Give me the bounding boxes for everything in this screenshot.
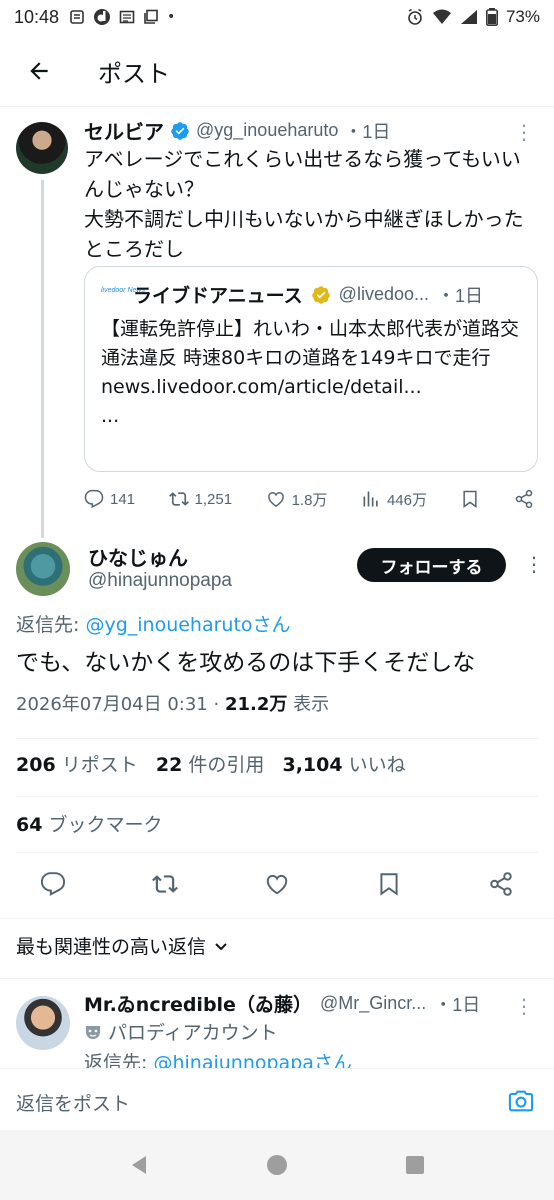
tweet-actions: 141 1,251 1.8万 446万 — [84, 484, 534, 514]
engagement-stats: 206 リポスト 22 件の引用 3,104 いいね — [16, 750, 406, 777]
author-handle: @Mr_Gincr... — [319, 993, 427, 1013]
camera-icon[interactable] — [507, 1087, 535, 1115]
nav-recents-button[interactable] — [400, 1150, 430, 1180]
avatar[interactable] — [16, 122, 68, 174]
follow-button[interactable]: フォローする — [357, 548, 506, 582]
wifi-icon — [432, 9, 452, 25]
page-title: ポスト — [98, 59, 170, 88]
news-icon — [119, 9, 135, 25]
quote-author-handle: @livedoo... — [338, 284, 429, 304]
avatar[interactable] — [16, 996, 70, 1050]
reply-to-link[interactable]: @yg_inoueharutoさん — [85, 614, 290, 636]
alarm-icon — [406, 8, 424, 26]
author-name[interactable]: Mr.ゐncredible（ゐ藤） — [84, 990, 312, 1017]
nav-back-icon — [132, 1156, 146, 1174]
reply-input[interactable]: 返信をポスト — [16, 1089, 130, 1116]
replying-to: 返信先: @yg_inoueharutoさん — [16, 614, 291, 636]
copy-icon — [143, 9, 159, 25]
reply-icon[interactable] — [40, 871, 66, 897]
views-button[interactable]: 446万 — [361, 489, 427, 510]
status-time: 10:48 — [14, 6, 60, 27]
dot-icon: • — [167, 9, 176, 25]
tweet-text: アベレージでこれくらい出せるなら獲ってもいいんじゃない？ 大勢不調だし中川もいな… — [84, 147, 524, 261]
notification-app-icon — [69, 9, 85, 25]
quotes-stat[interactable]: 22 件の引用 — [156, 754, 265, 776]
author-name[interactable]: ひなじゅん — [88, 542, 188, 571]
avatar[interactable] — [16, 542, 70, 596]
header-divider — [0, 106, 554, 107]
author-name[interactable]: セルビア — [84, 116, 164, 145]
parody-mask-icon — [86, 1025, 100, 1039]
likes-stat[interactable]: 3,104 いいね — [282, 754, 405, 776]
divider — [0, 918, 554, 919]
reply-to-link[interactable]: @hinajunnopapaさん — [153, 1052, 351, 1068]
parent-tweet-header: セルビア @yg_inoueharuto ・1日 — [84, 116, 390, 145]
chevron-down-icon — [215, 942, 227, 950]
share-icon[interactable] — [488, 871, 514, 897]
reply-header: Mr.ゐncredible（ゐ藤） @Mr_Gincr... ・1日 — [84, 990, 480, 1017]
back-button[interactable] — [24, 56, 54, 86]
thread-connector — [41, 180, 44, 538]
tweet-age: ・1日 — [434, 994, 481, 1015]
divider — [16, 852, 538, 853]
verified-org-badge-icon — [311, 285, 330, 304]
nav-home-icon — [267, 1155, 287, 1175]
nav-back-button[interactable] — [124, 1150, 154, 1180]
views-chart-icon — [363, 491, 378, 507]
reply-sort-dropdown[interactable]: 最も関連性の高い返信 — [16, 932, 228, 959]
bookmark-button[interactable] — [460, 489, 480, 509]
repost-button[interactable]: 1,251 — [168, 489, 232, 509]
heart-icon — [267, 492, 284, 507]
parody-label: パロディアカウント — [84, 1018, 278, 1045]
tweet-text: でも、ないかくを攻めるのは下手くそだしな — [16, 650, 476, 676]
share-button[interactable] — [514, 489, 534, 509]
battery-percent: 73% — [505, 7, 540, 26]
tweet-timestamp: 2026年07月04日 0:31 · 21.2万 表示 — [16, 694, 330, 715]
nav-recents-icon — [406, 1156, 424, 1174]
heart-icon[interactable] — [264, 871, 290, 897]
status-bar: 10:48 • 73% — [0, 0, 554, 34]
reply-button[interactable]: 141 — [84, 489, 135, 509]
reply-composer: 返信をポスト — [0, 1069, 554, 1129]
reply-icon — [84, 489, 104, 509]
quote-link: news.livedoor.com/article/detail... — [101, 376, 422, 398]
author-handle: @yg_inoueharuto — [196, 120, 339, 140]
quote-author-name: ライブドアニュース — [133, 285, 303, 307]
divider — [16, 796, 538, 797]
author-handle: @hinajunnopapa — [88, 570, 232, 591]
share-icon — [515, 489, 533, 509]
reposts-stat[interactable]: 206 リポスト — [16, 754, 138, 776]
bookmark-icon[interactable] — [376, 871, 402, 897]
livedoor-logo: livedoor News — [101, 286, 145, 294]
quote-text: 【運転免許停止】れいわ・山本太郎代表が道路交通法違反 時速80キロの道路を149… — [101, 315, 531, 431]
like-button[interactable]: 1.8万 — [266, 489, 327, 510]
top-app-bar: ポスト — [0, 40, 554, 102]
more-options-icon[interactable]: ⋮ — [524, 552, 544, 576]
quote-tweet-card[interactable]: livedoor News ライブドアニュース @livedoo... ・1日 … — [84, 266, 538, 472]
tweet-age: ・1日 — [344, 121, 391, 142]
verified-badge-icon — [171, 121, 189, 140]
nav-home-button[interactable] — [262, 1150, 292, 1180]
signal-icon — [460, 9, 478, 25]
back-arrow-icon — [30, 62, 48, 80]
divider — [0, 978, 554, 979]
main-tweet-actions — [40, 868, 514, 900]
battery-icon — [485, 8, 498, 26]
bookmark-icon — [463, 490, 478, 508]
divider — [16, 738, 538, 739]
view-count: 21.2万 — [224, 694, 288, 715]
bookmarks-stat: 64 ブックマーク — [16, 814, 163, 836]
repost-icon[interactable] — [152, 871, 178, 897]
more-options-icon[interactable]: ⋮ — [514, 994, 534, 1018]
more-options-icon[interactable]: ⋮ — [514, 120, 534, 144]
docomo-d-icon — [93, 8, 111, 26]
replying-to: 返信先: @hinajunnopapaさん — [84, 1048, 352, 1068]
system-navigation-bar — [0, 1130, 554, 1200]
quote-age: ・1日 — [437, 285, 484, 306]
repost-icon — [168, 492, 189, 506]
